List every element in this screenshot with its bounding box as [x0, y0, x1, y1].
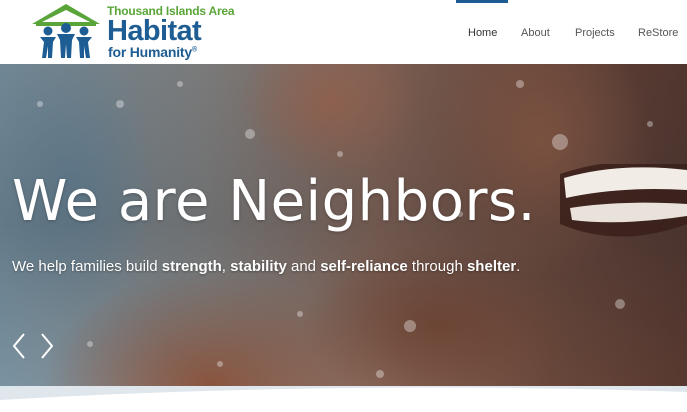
habitat-logo[interactable]: Thousand Islands Area Habitat for Humani…: [30, 2, 235, 62]
logo-habitat-text: Habitat: [107, 15, 202, 47]
hero-tagline: We help families build strength, stabili…: [12, 258, 520, 275]
tagline-emphasis: strength: [161, 258, 222, 275]
nav-item-label: About: [521, 27, 550, 39]
nav-item-label: Projects: [575, 27, 615, 39]
registered-mark: ®: [191, 46, 197, 54]
tagline-text: through: [407, 258, 467, 275]
tagline-text: and: [286, 258, 321, 275]
nav-item-projects[interactable]: Projects: [575, 0, 623, 64]
tagline-emphasis: stability: [230, 258, 287, 275]
nav-item-about[interactable]: About: [521, 0, 561, 64]
tagline-emphasis: shelter: [466, 258, 517, 275]
tagline-text: .: [516, 258, 521, 275]
habitat-house-logo-icon: [32, 4, 100, 58]
tagline-text: We help families build: [12, 258, 162, 275]
tagline-text: ,: [221, 258, 231, 275]
logo-humanity-text: for Humanity®: [108, 44, 197, 60]
logo-humanity-label: for Humanity: [108, 44, 192, 60]
site-header: Thousand Islands Area Habitat for Humani…: [0, 0, 687, 64]
section-divider-wave: [0, 386, 687, 412]
hero-headline: We are Neighbors.: [12, 169, 536, 234]
tagline-emphasis: self-reliance: [320, 258, 408, 275]
nav-item-home[interactable]: Home: [456, 0, 508, 64]
slider-next-chevron-right-icon[interactable]: [38, 332, 56, 360]
hero-slider: We are Neighbors. We help families build…: [0, 64, 687, 386]
nav-item-label: Home: [468, 27, 498, 39]
slider-prev-chevron-left-icon[interactable]: [10, 332, 28, 360]
nav-item-label: ReStore: [638, 27, 679, 39]
nav-item-restore[interactable]: ReStore: [638, 0, 684, 64]
